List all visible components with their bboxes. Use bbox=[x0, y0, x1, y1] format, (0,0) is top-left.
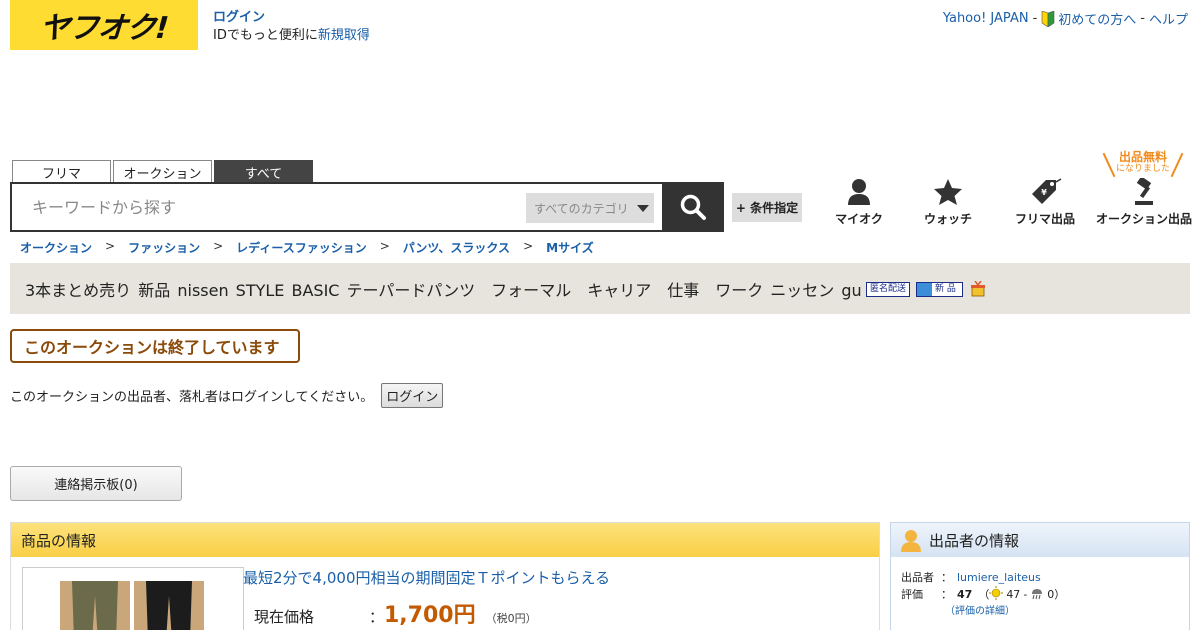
breadcrumb-item[interactable]: ファッション bbox=[128, 239, 200, 256]
link-separator: - bbox=[1032, 11, 1038, 26]
gavel-icon bbox=[1135, 178, 1153, 205]
yahoo-japan-link[interactable]: Yahoo! JAPAN bbox=[943, 11, 1029, 26]
help-link[interactable]: ヘルプ bbox=[1149, 9, 1188, 28]
gift-icon bbox=[970, 281, 985, 297]
category-select[interactable]: すべてのカテゴリ bbox=[526, 193, 654, 223]
item-tags: 匿名配送 新 品 bbox=[866, 281, 987, 297]
logo-text: ヤフオク! bbox=[38, 11, 170, 46]
breadcrumb-separator: > bbox=[213, 239, 224, 253]
price-tax: （税0円） bbox=[485, 612, 537, 625]
rating-detail-row: （評価の詳細） bbox=[901, 603, 1065, 620]
breadcrumb-separator: > bbox=[379, 239, 390, 253]
price-tag-icon: ¥ bbox=[1032, 178, 1062, 204]
sun-good-icon bbox=[989, 586, 1004, 600]
breadcrumb-item[interactable]: パンツ、スラックス bbox=[403, 239, 510, 256]
seller-name-label: 出品者 bbox=[901, 571, 934, 584]
free-badge-line1: 出品無料 bbox=[1118, 150, 1167, 164]
breadcrumb-item[interactable]: レディースファッション bbox=[236, 239, 367, 256]
new-tag-icon bbox=[917, 282, 933, 296]
rating-close-paren: ） bbox=[1054, 588, 1066, 601]
search-button[interactable] bbox=[662, 182, 724, 232]
anonymous-shipping-tag: 匿名配送 bbox=[866, 281, 911, 297]
person-icon bbox=[848, 179, 870, 205]
item-info-panel: 商品の情報 最短2分で4,000円相当の期間固定Ｔポイントもらえる 現在価格 ：… bbox=[10, 522, 880, 630]
login-note-text: このオークションの出品者、落札者はログインしてください。 bbox=[10, 390, 374, 405]
beginner-link-text: 初めての方へ bbox=[1058, 13, 1137, 28]
nav-icons: マイオク ウォッチ ¥ フリマ出品 オークション出品 bbox=[818, 178, 1194, 227]
search-input[interactable] bbox=[12, 187, 512, 227]
olive-pants-image bbox=[60, 581, 130, 630]
seller-info-header: 出品者の情報 bbox=[891, 523, 1189, 557]
chevron-down-icon bbox=[636, 204, 649, 212]
star-icon bbox=[934, 179, 962, 205]
login-sub-text: IDでもっと便利に bbox=[213, 28, 318, 43]
login-note: このオークションの出品者、落札者はログインしてください。 ログイン bbox=[10, 383, 444, 408]
rating-bad: 0 bbox=[1047, 588, 1055, 601]
seller-info-heading: 出品者の情報 bbox=[929, 531, 1020, 550]
black-pants-image bbox=[134, 581, 204, 630]
tab-flima[interactable]: フリマ bbox=[12, 160, 111, 183]
nav-auction-listing[interactable]: オークション出品 bbox=[1094, 178, 1194, 227]
tab-auction[interactable]: オークション bbox=[113, 160, 212, 183]
login-button[interactable]: ログイン bbox=[381, 383, 444, 408]
category-select-label: すべてのカテゴリ bbox=[534, 201, 629, 216]
nav-flima-listing-label: フリマ出品 bbox=[1014, 212, 1075, 226]
condition-button[interactable]: + 条件指定 bbox=[732, 193, 802, 222]
rating-detail-link[interactable]: （評価の詳細） bbox=[945, 603, 1015, 620]
seller-rows: 出品者 ： lumiere_laiteus 評価 ： 47 （ 47 - 0 ）… bbox=[901, 569, 1065, 620]
auction-ended-notice: このオークションは終了しています bbox=[10, 329, 300, 363]
beginner-link[interactable]: 初めての方へ bbox=[1041, 9, 1136, 28]
free-listing-badge: 出品無料 になりました bbox=[1102, 150, 1184, 180]
item-info-heading: 商品の情報 bbox=[11, 523, 879, 557]
nav-watch[interactable]: ウォッチ bbox=[900, 178, 996, 227]
rating-dash: - bbox=[1023, 588, 1028, 601]
top-links: Yahoo! JAPAN - 初めての方へ - ヘルプ bbox=[943, 9, 1188, 28]
breadcrumb-item[interactable]: オークション bbox=[20, 239, 92, 256]
rain-bad-icon bbox=[1032, 589, 1043, 600]
search-bar: すべてのカテゴリ bbox=[10, 182, 724, 232]
search-tabs: フリマ オークション すべて bbox=[12, 160, 313, 183]
item-title: 3本まとめ売り 新品 nissen STYLE BASIC テーパードパンツ フ… bbox=[25, 280, 862, 300]
beginner-mark-icon bbox=[1041, 11, 1055, 27]
seller-rating-row: 評価 ： 47 （ 47 - 0 ） bbox=[901, 586, 1065, 603]
seller-colon: ： bbox=[941, 571, 952, 584]
seller-name-row: 出品者 ： lumiere_laiteus bbox=[901, 569, 1065, 586]
link-separator: - bbox=[1140, 11, 1145, 26]
tpoint-promo-link[interactable]: 最短2分で4,000円相当の期間固定Ｔポイントもらえる bbox=[243, 567, 610, 588]
item-thumbnail[interactable] bbox=[22, 567, 244, 630]
rating-open-paren: （ bbox=[978, 588, 990, 601]
nav-watch-label: ウォッチ bbox=[923, 212, 972, 226]
item-title-band: 3本まとめ売り 新品 nissen STYLE BASIC テーパードパンツ フ… bbox=[10, 263, 1190, 314]
rating-good: 47 bbox=[1006, 588, 1021, 601]
tab-all[interactable]: すべて bbox=[214, 160, 313, 183]
rating-total: 47 bbox=[957, 588, 973, 601]
price-row: 現在価格 ： 1,700円 （税0円） bbox=[254, 597, 537, 629]
seller-colon: ： bbox=[941, 588, 952, 601]
price-value: 1,700円 bbox=[384, 603, 476, 628]
new-tag-label: 新 品 bbox=[935, 283, 956, 294]
breadcrumb-item[interactable]: Mサイズ bbox=[546, 239, 594, 256]
seller-avatar-icon bbox=[901, 530, 921, 552]
seller-name-link[interactable]: lumiere_laiteus bbox=[957, 569, 1041, 586]
login-box: ログイン IDでもっと便利に新規取得 bbox=[213, 9, 370, 45]
nav-myauction[interactable]: マイオク bbox=[818, 178, 900, 227]
nav-flima-listing[interactable]: ¥ フリマ出品 bbox=[996, 178, 1094, 227]
breadcrumb-separator: > bbox=[523, 239, 534, 253]
seller-info-panel: 出品者の情報 出品者 ： lumiere_laiteus 評価 ： 47 （ 4… bbox=[890, 522, 1190, 630]
breadcrumb: オークション > ファッション > レディースファッション > パンツ、スラック… bbox=[20, 239, 594, 256]
login-link[interactable]: ログイン bbox=[213, 10, 265, 25]
nav-myauction-label: マイオク bbox=[835, 212, 883, 226]
new-item-tag: 新 品 bbox=[916, 281, 963, 297]
price-label: 現在価格 bbox=[254, 608, 315, 626]
svg-text:¥: ¥ bbox=[1041, 188, 1047, 197]
nav-auction-listing-label: オークション出品 bbox=[1095, 212, 1192, 226]
seller-rating-label: 評価 bbox=[901, 588, 923, 601]
price-colon: ： bbox=[369, 608, 385, 626]
breadcrumb-separator: > bbox=[105, 239, 116, 253]
yahuoku-logo[interactable]: ヤフオク! bbox=[10, 0, 198, 50]
message-board-button[interactable]: 連絡掲示板(0) bbox=[10, 466, 182, 501]
search-icon bbox=[680, 194, 706, 220]
register-link[interactable]: 新規取得 bbox=[318, 28, 370, 43]
